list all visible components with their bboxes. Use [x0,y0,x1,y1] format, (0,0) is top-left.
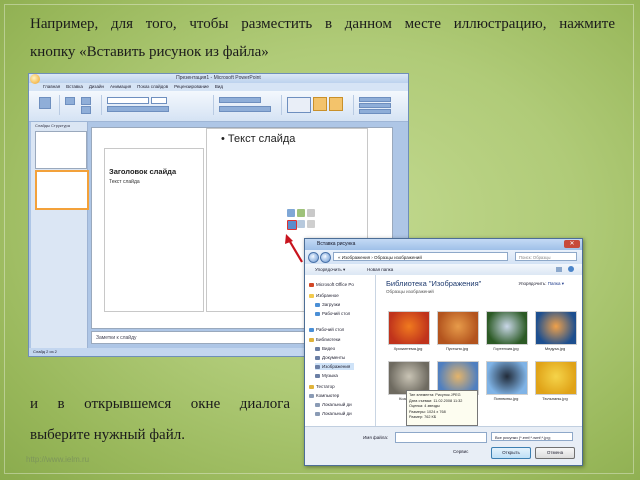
nav-item[interactable]: Избранное [309,292,339,299]
folder-icon [315,302,320,307]
nav-item-label: Локальный ди [322,411,352,416]
nav-item[interactable]: Рабочий стол [309,326,344,333]
arrange-by[interactable]: Упорядочить: Папка ▾ [518,281,564,287]
organize-button[interactable]: Упорядочить ▾ [315,264,345,275]
folder-icon [315,346,320,351]
nav-item[interactable]: Изображения [315,363,355,370]
navigation-pane: Microsoft Office Po Избранное Загрузки Рабо… [305,275,376,426]
file-name[interactable]: Пустыня.jpg [434,346,480,351]
nav-item-label: Документы [322,355,346,360]
open-button[interactable]: Открыть [491,447,531,459]
folder-icon [315,355,320,360]
arrange-value[interactable]: Папка ▾ [548,281,564,286]
file-name[interactable]: Пингвины.jpg [483,396,529,401]
folder-icon [309,393,314,398]
nav-item-label: Видео [322,346,336,351]
folder-icon [315,364,320,369]
folder-icon [315,373,320,378]
dialog-title: Вставка рисунка [317,241,356,247]
folder-icon [309,327,314,332]
nav-item-label: Microsoft Office Po [316,282,354,287]
nav-item-label: Тестатор [316,384,335,389]
nav-item-label: Локальный ди [322,402,352,407]
nav-item[interactable]: Видео [315,345,335,352]
nav-item[interactable]: Документы [315,354,345,361]
nav-item-label: Библиотеки [316,337,341,342]
filetype-select[interactable]: Все рисунки (*.emf;*.wmf;*.jpg; [491,432,573,441]
back-icon[interactable]: ‹ [308,252,319,263]
folder-icon [309,384,314,389]
filename-input[interactable] [395,432,487,443]
forward-icon[interactable]: › [320,252,331,263]
view-icon[interactable] [556,267,562,272]
image-thumbnail[interactable] [437,311,479,345]
nav-item[interactable]: Загрузки [315,301,340,308]
tools-button[interactable]: Сервис [453,449,468,454]
folder-icon [309,293,314,298]
file-list-pane: Библиотека "Изображения" Образцы изображ… [376,275,582,426]
file-name[interactable]: Медуза.jpg [532,346,578,351]
address-path[interactable]: « Изображения › Образцы изображений [333,252,508,261]
cancel-button[interactable]: Отмена [535,447,575,459]
arrange-label: Упорядочить: [518,281,547,286]
image-thumbnail[interactable] [535,311,577,345]
nav-item-label: Музыка [322,373,338,378]
folder-icon [315,411,320,416]
filename-label: Имя файла: [363,435,389,440]
folder-icon [309,282,314,287]
close-icon[interactable]: ✕ [564,240,580,248]
tooltip-line: Размер: 762 КБ [409,415,437,419]
nav-item-label: Избранное [316,293,339,298]
search-input[interactable]: Поиск: Образцы изображений [515,252,577,269]
address-bar: ‹ › « Изображения › Образцы изображений … [305,250,582,269]
folder-icon [315,311,320,316]
image-thumbnail[interactable] [388,311,430,345]
file-tooltip: Тип элемента: Рисунок JPEG Дата съемки: … [406,390,478,426]
nav-item[interactable]: Библиотеки [309,336,340,343]
nav-item[interactable]: Локальный ди [315,401,352,408]
dialog-title-bar: Вставка рисунка ✕ [305,239,582,250]
nav-item-label: Изображения [322,364,351,369]
folder-icon [315,402,320,407]
nav-item-label: Рабочий стол [322,311,351,316]
help-icon[interactable] [568,266,574,272]
dialog-footer: Имя файла: Все рисунки (*.emf;*.wmf;*.jp… [305,426,582,465]
nav-item[interactable]: Microsoft Office Po [309,281,354,288]
nav-item[interactable]: Тестатор [309,383,335,390]
library-subtitle: Образцы изображений [386,289,434,294]
image-thumbnail[interactable] [486,361,528,395]
new-folder-button[interactable]: Новая папка [367,264,393,275]
insert-picture-dialog: Вставка рисунка ✕ ‹ › « Изображения › Об… [304,238,583,466]
file-name[interactable]: Гортензия.jpg [483,346,529,351]
folder-icon [309,337,314,342]
image-thumbnail[interactable] [486,311,528,345]
nav-item[interactable]: Музыка [315,372,338,379]
nav-item-label: Компьютер [316,393,340,398]
file-name[interactable]: Тюльпаны.jpg [532,396,578,401]
nav-item[interactable]: Локальный ди [315,410,352,417]
image-thumbnail[interactable] [535,361,577,395]
library-title: Библиотека "Изображения" [386,279,482,288]
nav-item[interactable]: Компьютер [309,392,339,399]
nav-item-label: Загрузки [322,302,341,307]
nav-item-label: Рабочий стол [316,327,345,332]
nav-item[interactable]: Рабочий стол [315,310,350,317]
file-name[interactable]: Хризантема.jpg [385,346,431,351]
